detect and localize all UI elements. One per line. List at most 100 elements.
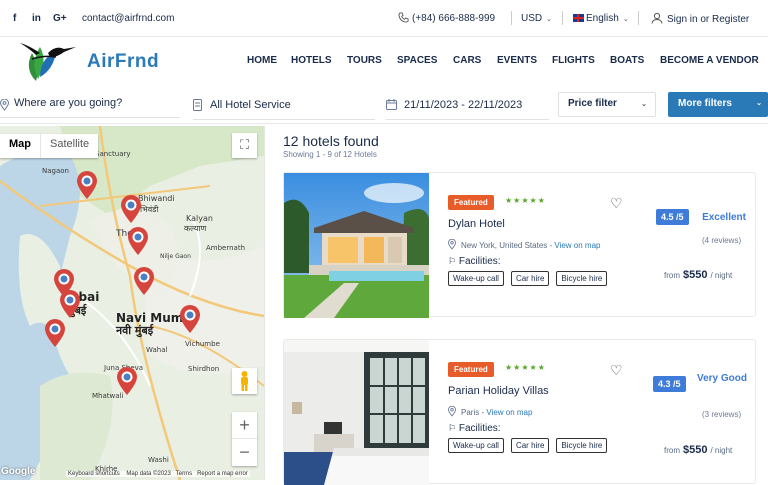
fullscreen-icon[interactable]: ⛶ [232,133,257,158]
hotel-pin-icon[interactable] [179,304,201,334]
hotel-pin-icon[interactable] [116,366,138,396]
tab-satellite[interactable]: Satellite [41,134,98,158]
zoom-out-icon[interactable]: − [232,439,257,466]
nav-events[interactable]: EVENTS [497,55,537,66]
pegman-icon[interactable] [232,368,257,394]
keyboard-shortcuts-link[interactable]: Keyboard shortcuts [68,471,120,477]
date-range-field[interactable]: 21/11/2023 - 22/11/2023 [386,96,549,120]
map-canvas[interactable]: Bhiwandi भिवंडी Kalyan कल्याण Ambernath … [0,126,264,480]
street-view-icon [241,371,248,391]
price-filter-label: Price filter [568,98,617,109]
price-line: from $550/ night [664,269,732,281]
heart-icon[interactable]: ♡ [610,362,623,379]
facility-tag: Wake-up call [448,271,504,286]
nav-boats[interactable]: BOATS [610,55,644,66]
currency-select[interactable]: USD ⌄ [521,13,552,24]
uk-flag-icon [573,14,584,22]
date-range-text: 21/11/2023 - 22/11/2023 [404,99,523,111]
view-on-map-link[interactable]: View on map [554,241,600,250]
tab-map[interactable]: Map [0,134,41,158]
map-label-nagaon: Nagaon [42,167,69,175]
per-night-label: / night [710,446,733,455]
hotel-image[interactable] [284,173,429,318]
heart-icon[interactable]: ♡ [610,195,623,212]
google-plus-icon[interactable]: G+ [53,13,67,24]
review-count[interactable]: (3 reviews) [702,410,741,419]
language-select[interactable]: English ⌄ [573,13,629,24]
hotel-name[interactable]: Parian Holiday Villas [448,385,549,397]
facilities-heading: ⚐ Facilities: [448,423,501,434]
map-label-vichumbe: Vichumbe [185,340,220,348]
nav-spaces[interactable]: SPACES [397,55,437,66]
nav-become-vendor[interactable]: BECOME A VENDOR [660,55,759,66]
language-label: English [586,13,619,24]
location-text: Paris [461,408,480,417]
more-filters-button[interactable]: More filters ⌄ [668,92,768,117]
hotel-name[interactable]: Dylan Hotel [448,218,505,230]
facilities-heading: ⚐ Facilities: [448,256,501,267]
price-filter-select[interactable]: Price filter ⌄ [558,92,656,117]
results-title: 12 hotels found [283,133,379,149]
linkedin-icon[interactable]: in [32,13,41,24]
hotel-pin-icon[interactable] [120,194,142,224]
review-score: 4.5 /5 [656,209,689,225]
destination-field[interactable]: Where are you going? [0,94,180,118]
featured-badge: Featured [448,362,494,377]
hotel-pin-icon[interactable] [127,226,149,256]
zoom-in-icon[interactable]: + [232,412,257,439]
hotel-pin-icon[interactable] [133,266,155,296]
map-label-bhiwandi-local: भिवंडी [140,204,159,214]
hotel-price: $550 [683,444,708,456]
location-pin-icon [447,405,457,417]
rating-label: Very Good [696,373,747,384]
nav-flights[interactable]: FLIGHTS [552,55,595,66]
map-view[interactable]: Bhiwandi भिवंडी Kalyan कल्याण Ambernath … [0,126,264,480]
terms-link[interactable]: Terms [176,471,192,477]
nav-home[interactable]: HOME [247,55,277,66]
star-rating: ★★★★★ [505,196,546,205]
map-label-washi: Washi [148,456,169,464]
from-label: from [664,271,680,280]
hotel-card[interactable]: Featured ★★★★★ ♡ Parian Holiday Villas P… [283,339,756,485]
location-pin-icon [447,238,457,250]
brand-name[interactable]: AirFrnd [87,51,159,73]
nav-cars[interactable]: CARS [453,55,481,66]
hotel-location: New York, United States - View on map [447,238,601,250]
results-subtitle: Showing 1 - 9 of 12 Hotels [283,150,377,159]
nav-tours[interactable]: TOURS [347,55,382,66]
review-score: 4.3 /5 [653,376,686,392]
hotel-pin-icon[interactable] [59,289,81,319]
review-count[interactable]: (4 reviews) [702,236,741,245]
currency-label: USD [521,13,543,24]
hotel-location: Paris - View on map [447,405,532,417]
map-label-kalyan-local: कल्याण [184,224,207,233]
calendar-icon [386,99,397,110]
facebook-icon[interactable]: f [13,13,16,24]
hotel-pin-icon[interactable] [44,318,66,348]
map-type-tabs: Map Satellite [0,134,99,158]
phone-number[interactable]: (+84) 666-888-999 [398,12,495,24]
facilities-icon: ⚐ [448,256,457,266]
hummingbird-logo-icon[interactable] [18,39,78,83]
map-label-nilje-gaon: Nilje Gaon [160,253,191,260]
user-icon [651,12,663,24]
report-error-link[interactable]: Report a map error [197,471,248,477]
sign-in-link[interactable]: Sign in or Register [651,12,749,25]
map-label-kalyan: Kalyan [186,214,213,223]
hotel-image[interactable] [284,340,429,485]
service-select[interactable]: All Hotel Service [193,96,375,120]
view-on-map-link[interactable]: View on map [486,408,532,417]
contact-email[interactable]: contact@airfrnd.com [82,13,174,24]
facilities-icon: ⚐ [448,423,457,433]
hotel-pin-icon[interactable] [76,170,98,200]
facility-tags: Wake-up call Car hire Bicycle hire [448,271,608,286]
hotel-card[interactable]: Featured ★★★★★ ♡ Dylan Hotel New York, U… [283,172,756,318]
facility-tag: Bicycle hire [556,271,608,286]
nav-hotels[interactable]: HOTELS [291,55,332,66]
service-label: All Hotel Service [210,99,291,111]
map-data-text: Map data ©2023 [126,471,171,477]
map-label-ambernath: Ambernath [206,244,245,252]
destination-placeholder: Where are you going? [14,97,123,109]
per-night-label: / night [710,271,733,280]
main-header: AirFrnd HOME HOTELS TOURS SPACES CARS EV… [0,37,768,85]
